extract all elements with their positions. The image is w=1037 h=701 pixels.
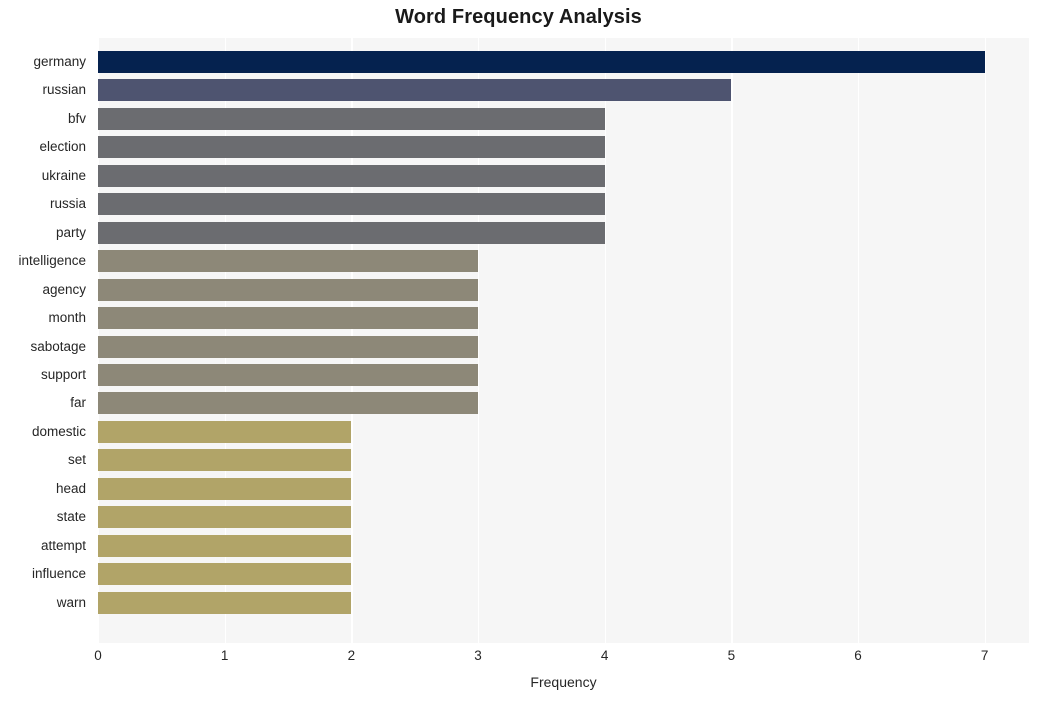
bar-election[interactable] xyxy=(98,136,605,159)
bar-state[interactable] xyxy=(98,506,352,529)
x-tick-label-7: 7 xyxy=(980,648,989,663)
bar-intelligence[interactable] xyxy=(98,250,478,273)
y-tick-label-state: state xyxy=(56,509,86,525)
plot-area xyxy=(98,38,1029,643)
y-tick-label-domestic: domestic xyxy=(31,423,86,439)
y-tick-label-intelligence: intelligence xyxy=(18,253,86,269)
bar-set[interactable] xyxy=(98,449,352,472)
y-tick-label-bfv: bfv xyxy=(67,110,86,126)
x-tick-label-5: 5 xyxy=(727,648,736,663)
chart-title: Word Frequency Analysis xyxy=(395,6,642,28)
bar-month[interactable] xyxy=(98,307,478,330)
y-tick-label-russian: russian xyxy=(42,82,86,98)
bar-germany[interactable] xyxy=(98,51,985,73)
y-axis-tick-labels: germany russian bfv election ukraine russia pa… xyxy=(0,38,92,643)
bar-support[interactable] xyxy=(98,364,478,387)
bar-bfv[interactable] xyxy=(98,107,605,130)
x-tick-label-4: 4 xyxy=(600,648,609,663)
bar-russia[interactable] xyxy=(98,193,605,216)
bar-sabotage[interactable] xyxy=(98,335,478,358)
y-tick-label-support: support xyxy=(40,367,86,383)
x-tick-label-3: 3 xyxy=(474,648,482,663)
y-tick-label-election: election xyxy=(39,139,86,155)
bar-warn[interactable] xyxy=(98,591,352,614)
y-tick-label-far: far xyxy=(70,395,86,411)
bar-agency[interactable] xyxy=(98,278,478,301)
bar-ukraine[interactable] xyxy=(98,164,605,187)
y-tick-label-germany: germany xyxy=(33,54,86,69)
x-tick-label-6: 6 xyxy=(854,648,862,663)
y-tick-label-agency: agency xyxy=(42,281,86,297)
x-tick-label-1: 1 xyxy=(220,648,229,663)
bar-domestic[interactable] xyxy=(98,420,352,443)
y-tick-label-ukraine: ukraine xyxy=(41,167,86,183)
y-tick-label-influence: influence xyxy=(31,566,86,582)
bar-far[interactable] xyxy=(98,392,478,415)
word-frequency-chart-figure: Word Frequency Analysis germany russian bf… xyxy=(0,0,1037,701)
x-axis-title: Frequency xyxy=(530,674,597,690)
y-tick-label-month: month xyxy=(48,310,86,326)
bar-russian[interactable] xyxy=(98,79,732,102)
y-tick-label-party: party xyxy=(55,224,86,240)
bar-party[interactable] xyxy=(98,221,605,244)
x-axis-tick-labels: 0 1 2 3 4 5 6 7 xyxy=(94,648,1029,668)
x-tick-label-0: 0 xyxy=(94,648,102,663)
x-tick-label-2: 2 xyxy=(347,648,356,663)
bar-influence[interactable] xyxy=(98,563,352,586)
y-tick-label-head: head xyxy=(55,480,86,496)
y-tick-label-russia: russia xyxy=(49,196,86,212)
y-tick-label-sabotage: sabotage xyxy=(30,338,86,354)
y-tick-label-warn: warn xyxy=(56,594,86,610)
bar-head[interactable] xyxy=(98,477,352,500)
bar-attempt[interactable] xyxy=(98,534,352,557)
y-tick-label-attempt: attempt xyxy=(40,537,86,553)
y-tick-label-set: set xyxy=(67,452,86,468)
bars-layer xyxy=(98,38,1029,643)
